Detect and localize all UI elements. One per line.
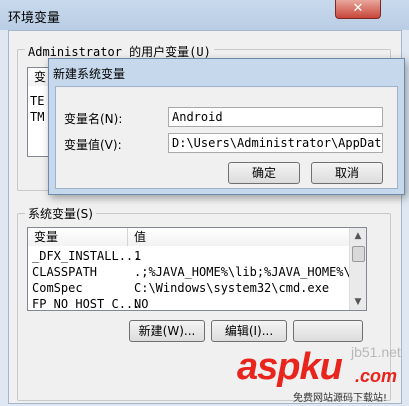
- var-value: NO: [134, 297, 149, 311]
- var-name: FP_NO_HOST_C...: [32, 297, 141, 311]
- system-vars-list[interactable]: 变量 值 _DFX_INSTALL... 1 CLASSPATH .;%JAVA…: [27, 227, 367, 311]
- user-var-name: TM: [30, 110, 45, 124]
- variable-name-label: 变量名(N):: [64, 112, 123, 126]
- new-var-button[interactable]: 新建(W)...: [129, 320, 205, 342]
- new-var-label: 新建(W)...: [138, 324, 196, 338]
- system-vars-header-var[interactable]: 变量: [28, 228, 128, 246]
- header-value-text: 值: [134, 230, 147, 244]
- scroll-thumb[interactable]: [352, 246, 365, 262]
- user-var-name: TE: [30, 94, 45, 108]
- watermark-subtitle: 免费网站源码下载站!: [293, 393, 388, 404]
- table-row[interactable]: FP_NO_HOST_C... NO: [28, 297, 350, 311]
- cancel-button[interactable]: 取消: [311, 162, 383, 184]
- var-value: 1: [134, 249, 142, 263]
- var-name: CLASSPATH: [32, 265, 98, 279]
- system-vars-label: 系统变量(S): [25, 205, 96, 222]
- ok-button[interactable]: 确定: [228, 162, 300, 184]
- new-system-variable-dialog: 新建系统变量 变量名(N): Android 变量值(V): D:\Users\…: [48, 58, 405, 195]
- watermark-faint-text: jb51.net: [351, 344, 401, 360]
- ok-label: 确定: [251, 166, 276, 180]
- outer-window-titlebar: 环境变量 ✕: [0, 0, 409, 30]
- aspku-watermark: jb51.net aspku .com 免费网站源码下载站!: [233, 336, 409, 406]
- watermark-dotcom-text: .com: [355, 366, 398, 386]
- outer-window-title: 环境变量: [8, 11, 61, 26]
- var-name: _DFX_INSTALL...: [32, 249, 141, 263]
- var-name: ComSpec: [32, 281, 83, 295]
- outer-close-button[interactable]: ✕: [335, 0, 381, 19]
- table-row[interactable]: _DFX_INSTALL... 1: [28, 249, 350, 264]
- header-var-text: 变量: [34, 230, 59, 244]
- variable-name-input[interactable]: Android: [168, 107, 383, 127]
- user-vars-header-text: 变: [34, 70, 47, 84]
- watermark-logo-text: aspku: [237, 346, 343, 388]
- table-row[interactable]: ComSpec C:\Windows\system32\cmd.exe: [28, 281, 350, 296]
- system-vars-scrollbar[interactable]: ▲ ▼: [349, 228, 366, 310]
- variable-value-label: 变量值(V):: [64, 138, 122, 152]
- variable-name-value: Android: [172, 110, 223, 124]
- dialog-title: 新建系统变量: [53, 67, 126, 81]
- scroll-down-icon[interactable]: ▼: [350, 294, 366, 310]
- dialog-body: 变量名(N): Android 变量值(V): D:\Users\Adminis…: [55, 86, 398, 189]
- variable-value-value: D:\Users\Administrator\AppData\Local: [172, 136, 382, 150]
- table-row[interactable]: CLASSPATH .;%JAVA_HOME%\lib;%JAVA_HOME%\…: [28, 265, 366, 280]
- scroll-up-icon[interactable]: ▲: [350, 228, 366, 244]
- system-vars-header-value[interactable]: 值: [128, 228, 350, 246]
- variable-value-input[interactable]: D:\Users\Administrator\AppData\Local: [168, 133, 383, 153]
- close-icon: ✕: [352, 1, 364, 16]
- var-value: .;%JAVA_HOME%\lib;%JAVA_HOME%\l...: [134, 265, 367, 279]
- var-value: C:\Windows\system32\cmd.exe: [134, 281, 330, 295]
- cancel-label: 取消: [334, 166, 359, 180]
